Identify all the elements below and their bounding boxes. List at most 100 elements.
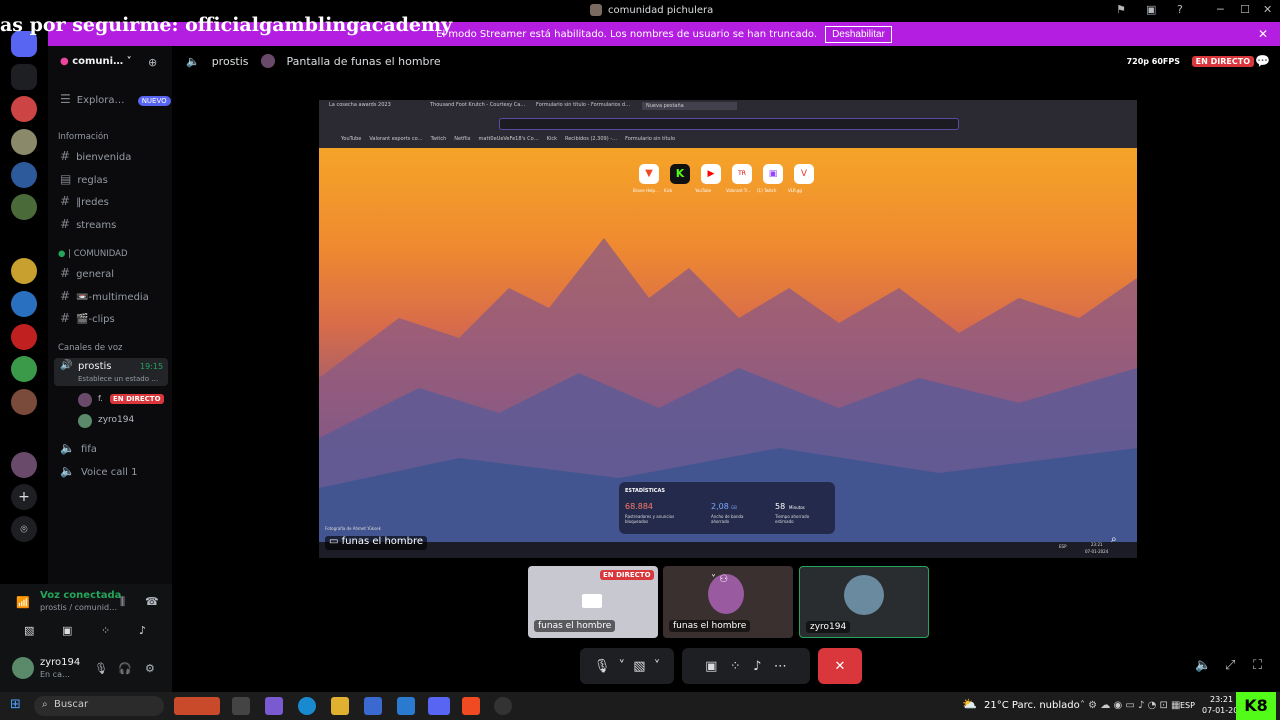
- shortcut-vlr[interactable]: V: [794, 164, 814, 184]
- zoom-icon[interactable]: ⌕: [1111, 534, 1117, 545]
- activity-icon[interactable]: ⁘: [101, 624, 110, 637]
- voice-member[interactable]: f. EN DIRECTO: [78, 393, 168, 407]
- close-button[interactable]: ✕: [1263, 3, 1272, 16]
- share-controls[interactable]: ▣ ⁘ ♪ ⋯: [682, 648, 810, 684]
- bookmark[interactable]: Formulario sin título: [625, 136, 675, 142]
- screen-share-icon[interactable]: ▣: [62, 624, 72, 637]
- disable-streamer-button[interactable]: Deshabilitar: [825, 25, 892, 43]
- expand-icon[interactable]: ˅ ⚇: [711, 574, 728, 585]
- language-indicator[interactable]: ESP: [1180, 701, 1195, 710]
- username[interactable]: zyro194: [40, 657, 80, 668]
- shortcut-valorant[interactable]: TR: [732, 164, 752, 184]
- browser-tab[interactable]: Thousand Foot Krutch - Courtesy Ca…: [430, 102, 530, 110]
- screen-icon[interactable]: ▣: [1146, 3, 1156, 16]
- shortcut-kick[interactable]: K: [670, 164, 690, 184]
- file-explorer-icon[interactable]: [331, 697, 349, 715]
- server-icon[interactable]: [11, 389, 37, 415]
- bookmark[interactable]: YouTube: [341, 136, 361, 142]
- channel-streams[interactable]: # streams: [60, 217, 116, 231]
- mic-control[interactable]: 🎙 ˅ ▧ ˅: [580, 648, 674, 684]
- participant-tile[interactable]: EN DIRECTO funas el hombre: [528, 566, 658, 638]
- leave-call-button[interactable]: ✕: [818, 648, 862, 684]
- weather-text[interactable]: 21°C Parc. nublado: [984, 700, 1080, 711]
- server-name[interactable]: ● comuni… ˅: [60, 56, 132, 67]
- voice-connected-label[interactable]: Voz conectada: [40, 590, 121, 601]
- shortcut-twitch[interactable]: ▣: [763, 164, 783, 184]
- soundboard-icon[interactable]: ♪: [139, 624, 146, 637]
- channel-bienvenida[interactable]: # bienvenida: [60, 149, 131, 163]
- address-bar[interactable]: [499, 118, 959, 130]
- chevron-down-icon[interactable]: ˅: [618, 659, 625, 674]
- server-icon[interactable]: [11, 96, 37, 122]
- sound-bars-icon[interactable]: ⫼: [120, 595, 125, 609]
- task-view-icon[interactable]: [232, 697, 250, 715]
- category-comunidad[interactable]: ● | COMUNIDAD: [58, 249, 128, 259]
- windows-start-icon[interactable]: ⊞: [10, 697, 21, 712]
- voice-channel-prostis[interactable]: 🔊 prostis 19:15 Establece un estado …: [54, 358, 168, 386]
- edge-icon[interactable]: [298, 697, 316, 715]
- server-icon[interactable]: [11, 162, 37, 188]
- dm-icon[interactable]: [11, 64, 37, 90]
- apex-server-icon[interactable]: [11, 324, 37, 350]
- channel-multimedia[interactable]: # 📼-multimedia: [60, 289, 149, 303]
- browser-tab[interactable]: La cosecha awards 2023: [329, 102, 424, 110]
- volume-icon[interactable]: 🔈: [1195, 658, 1211, 673]
- channel-reglas[interactable]: ▤ reglas: [60, 172, 108, 186]
- bookmark[interactable]: Kick: [547, 136, 557, 142]
- activity-icon[interactable]: ⁘: [730, 659, 741, 674]
- server-icon[interactable]: [11, 356, 37, 382]
- server-icon[interactable]: [11, 194, 37, 220]
- search-highlight-icon[interactable]: [174, 697, 220, 715]
- disconnect-icon[interactable]: ☎: [145, 595, 159, 608]
- more-icon[interactable]: ⋯: [774, 659, 787, 674]
- discord-icon[interactable]: [428, 697, 450, 715]
- browser-tab-active[interactable]: Nueva pestaña: [642, 102, 737, 110]
- category-voice[interactable]: Canales de voz: [58, 343, 122, 353]
- channel-redes[interactable]: # ‖redes: [60, 194, 109, 208]
- bookmark[interactable]: Twitch: [431, 136, 447, 142]
- app-icon[interactable]: [397, 697, 415, 715]
- tray-icons[interactable]: ˄ ⚙ ☁ ◉ ▭ ♪ ◔ ⊡ ▦: [1080, 700, 1181, 711]
- voice-channel-call[interactable]: 🔈 Voice call 1: [60, 464, 137, 478]
- shortcut-brave[interactable]: ▼: [639, 164, 659, 184]
- streamer-bar-close-icon[interactable]: ✕: [1258, 27, 1268, 41]
- category-info[interactable]: Información: [58, 132, 109, 142]
- headphones-icon[interactable]: 🎧: [118, 662, 132, 675]
- brave-icon[interactable]: [462, 697, 480, 715]
- bookmark[interactable]: Valorant esports co…: [369, 136, 422, 142]
- soundboard-icon[interactable]: ♪: [753, 659, 761, 674]
- bookmark[interactable]: matt0eUeVeFe18's Co…: [479, 136, 539, 142]
- screen-share-icon[interactable]: ▣: [705, 659, 717, 674]
- fullscreen-icon[interactable]: ⛶: [1253, 658, 1262, 673]
- add-server-icon[interactable]: +: [11, 484, 37, 510]
- server-icon[interactable]: [11, 452, 37, 478]
- camera-off-icon[interactable]: ▧: [24, 624, 34, 637]
- voice-location[interactable]: prostis / comunid…: [40, 603, 117, 612]
- channel-general[interactable]: # general: [60, 266, 114, 280]
- taskbar-search[interactable]: ⌕ Buscar: [34, 696, 164, 716]
- clock-time[interactable]: 23:21: [1210, 695, 1233, 704]
- explore-icon[interactable]: ⌾: [11, 516, 37, 542]
- voice-channel-fifa[interactable]: 🔈 fifa: [60, 441, 97, 455]
- weather-icon[interactable]: ⛅: [962, 697, 977, 711]
- bookmark[interactable]: Netflix: [454, 136, 470, 142]
- settings-gear-icon[interactable]: ⚙: [145, 662, 155, 675]
- voice-member[interactable]: zyro194: [78, 414, 168, 428]
- user-avatar[interactable]: [12, 657, 34, 679]
- participant-tile[interactable]: zyro194: [799, 566, 929, 638]
- store-icon[interactable]: [364, 697, 382, 715]
- explore-item[interactable]: ☰ Explora… NUEVO: [60, 92, 171, 106]
- shared-screen[interactable]: La cosecha awards 2023 Thousand Foot Kru…: [319, 100, 1137, 558]
- chat-icon[interactable]: 💬: [1255, 54, 1270, 68]
- server-icon[interactable]: [11, 129, 37, 155]
- browser-tab[interactable]: Formulario sin título - Formularios d…: [536, 102, 636, 110]
- inbox-icon[interactable]: ⚑: [1116, 3, 1126, 16]
- server-icon[interactable]: [11, 258, 37, 284]
- voice-status[interactable]: Establece un estado …: [78, 375, 158, 383]
- channel-clips[interactable]: # 🎬-clips: [60, 311, 115, 325]
- add-user-icon[interactable]: ⊕: [148, 56, 157, 69]
- server-icon[interactable]: [11, 291, 37, 317]
- steam-icon[interactable]: [494, 697, 512, 715]
- bookmark[interactable]: Recibidos (2.309) -…: [565, 136, 617, 142]
- popout-icon[interactable]: ⤢: [1225, 658, 1235, 673]
